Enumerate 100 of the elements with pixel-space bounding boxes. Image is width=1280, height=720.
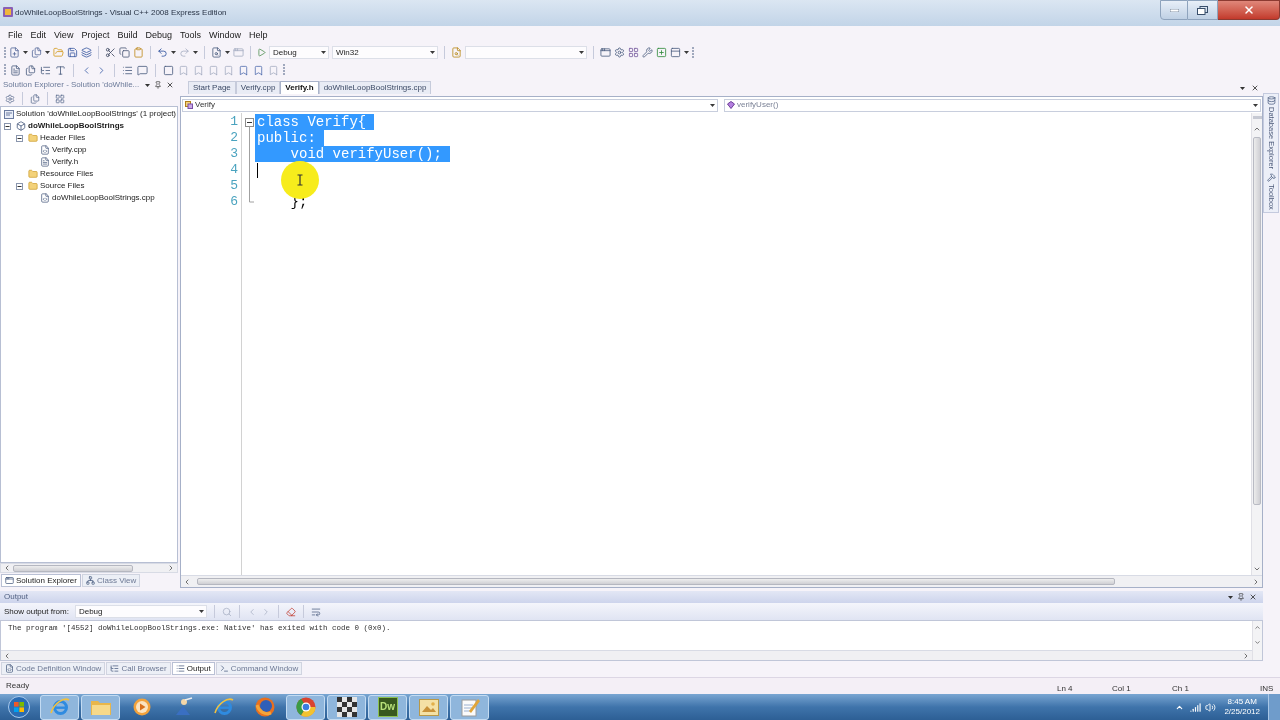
panel-tab[interactable]: Call Browser: [106, 662, 171, 675]
speech-bubble-icon[interactable]: [137, 64, 148, 76]
vertical-scrollbar[interactable]: [1252, 621, 1262, 660]
editor-tab[interactable]: Verify.h: [280, 81, 319, 94]
dropdown-caret-icon[interactable]: [23, 51, 28, 54]
scroll-right-icon[interactable]: [1242, 651, 1250, 660]
menu-item[interactable]: Window: [204, 27, 245, 43]
tree-item[interactable]: doWhileLoopBoolStrings.cpp: [52, 194, 155, 202]
grid-icon[interactable]: [628, 47, 639, 58]
collapse-icon[interactable]: [4, 122, 11, 130]
panel-tab[interactable]: Command Window: [215, 662, 303, 675]
scroll-left-icon[interactable]: [3, 651, 11, 660]
window-icon[interactable]: [600, 47, 611, 58]
tree-list-icon[interactable]: [40, 64, 51, 76]
settings-icon[interactable]: [614, 47, 625, 58]
collapse-icon[interactable]: [16, 182, 23, 190]
horizontal-scrollbar[interactable]: [181, 575, 1262, 587]
cut-icon[interactable]: [105, 47, 116, 58]
scroll-left-icon[interactable]: [3, 564, 11, 572]
find-field[interactable]: [465, 46, 587, 59]
eraser-icon[interactable]: [285, 606, 296, 617]
dropdown-caret-icon[interactable]: [45, 51, 50, 54]
dropdown-caret-icon[interactable]: [145, 83, 150, 87]
bookmark-icon[interactable]: [238, 64, 249, 76]
collapse-icon[interactable]: [16, 134, 23, 142]
panel-tab[interactable]: Code Definition Window: [1, 662, 106, 675]
file-search-icon[interactable]: [451, 47, 462, 58]
menu-item[interactable]: Project: [77, 27, 114, 43]
menu-item[interactable]: File: [4, 27, 27, 43]
taskbar-button[interactable]: [327, 694, 366, 720]
document-icon[interactable]: [10, 64, 21, 76]
network-signal-icon[interactable]: [1190, 701, 1202, 713]
letter-t-icon[interactable]: [55, 64, 66, 76]
scroll-up-icon[interactable]: [1253, 125, 1261, 133]
close-button[interactable]: [1218, 0, 1280, 20]
vertical-scrollbar[interactable]: [1251, 113, 1262, 575]
tree-item[interactable]: Solution 'doWhileLoopBoolStrings' (1 project): [16, 110, 177, 118]
documents-icon[interactable]: [30, 93, 40, 104]
add-icon[interactable]: [656, 47, 667, 58]
dropdown-caret-icon[interactable]: [684, 51, 689, 54]
documents-icon[interactable]: [25, 64, 36, 76]
restore-button[interactable]: [1188, 0, 1218, 20]
wrench-icon[interactable]: [642, 47, 653, 58]
square-icon[interactable]: [163, 64, 174, 76]
play-icon[interactable]: [257, 48, 266, 57]
menu-item[interactable]: Edit: [26, 27, 51, 43]
pin-icon[interactable]: [154, 81, 162, 89]
grid-icon[interactable]: [55, 93, 65, 104]
panel-tab[interactable]: Class View: [81, 574, 141, 587]
tree-item[interactable]: Verify.h: [52, 158, 79, 166]
close-icon[interactable]: [166, 81, 174, 89]
scroll-right-icon[interactable]: [167, 564, 175, 572]
scroll-up-icon[interactable]: [1254, 624, 1261, 631]
panel-tab[interactable]: Output: [171, 662, 215, 675]
member-dropdown[interactable]: verifyUser(): [724, 98, 1261, 112]
dropdown-caret-icon[interactable]: [225, 51, 230, 54]
scroll-left-icon[interactable]: [183, 577, 191, 586]
settings-icon[interactable]: [5, 93, 15, 104]
panel-tab[interactable]: Solution Explorer: [1, 574, 81, 587]
taskbar-button[interactable]: Dw: [368, 694, 407, 720]
close-icon[interactable]: [1251, 84, 1259, 92]
editor-tab[interactable]: Start Page: [188, 81, 236, 94]
layers-icon[interactable]: [81, 47, 92, 58]
clock[interactable]: 8:45 AM 2/25/2012: [1224, 697, 1260, 717]
output-source-dropdown[interactable]: Debug: [74, 605, 207, 618]
dropdown-caret-icon[interactable]: [171, 51, 176, 54]
editor-tab[interactable]: Verify.cpp: [235, 81, 281, 94]
tree-item[interactable]: Header Files: [40, 134, 86, 142]
menu-item[interactable]: Build: [113, 27, 142, 43]
paste-icon[interactable]: [133, 47, 144, 58]
horizontal-scrollbar[interactable]: [1, 650, 1252, 660]
configuration-dropdown[interactable]: Debug: [269, 46, 329, 59]
menu-item[interactable]: Tools: [175, 27, 205, 43]
scroll-down-icon[interactable]: [1254, 639, 1261, 646]
tree-item[interactable]: doWhileLoopBoolStrings: [28, 122, 124, 130]
menu-item[interactable]: Debug: [141, 27, 176, 43]
scroll-down-icon[interactable]: [1253, 565, 1261, 573]
tree-item[interactable]: Resource Files: [40, 170, 94, 178]
panel-icon[interactable]: [670, 47, 681, 58]
volume-icon[interactable]: [1205, 701, 1217, 713]
platform-dropdown[interactable]: Win32: [332, 46, 438, 59]
editor-tab[interactable]: doWhileLoopBoolStrings.cpp: [318, 81, 432, 94]
tree-item[interactable]: Source Files: [40, 182, 85, 190]
word-wrap-icon[interactable]: [310, 606, 321, 617]
save-icon[interactable]: [67, 47, 78, 58]
horizontal-scrollbar[interactable]: [0, 563, 178, 573]
dropdown-caret-icon[interactable]: [1228, 595, 1233, 599]
dropdown-caret-icon[interactable]: [193, 51, 198, 54]
bookmark-icon[interactable]: [253, 64, 264, 76]
menu-item[interactable]: Help: [245, 27, 272, 43]
undo-icon[interactable]: [157, 47, 168, 58]
pin-icon[interactable]: [1237, 593, 1245, 601]
tree-item[interactable]: Verify.cpp: [52, 146, 87, 154]
close-icon[interactable]: [1249, 593, 1257, 601]
list-icon[interactable]: [122, 64, 133, 76]
menu-item[interactable]: View: [50, 27, 78, 43]
copy-icon[interactable]: [119, 47, 130, 58]
scroll-right-icon[interactable]: [1252, 577, 1260, 586]
file-search-icon[interactable]: [211, 47, 222, 58]
class-dropdown[interactable]: Verify: [182, 98, 718, 112]
